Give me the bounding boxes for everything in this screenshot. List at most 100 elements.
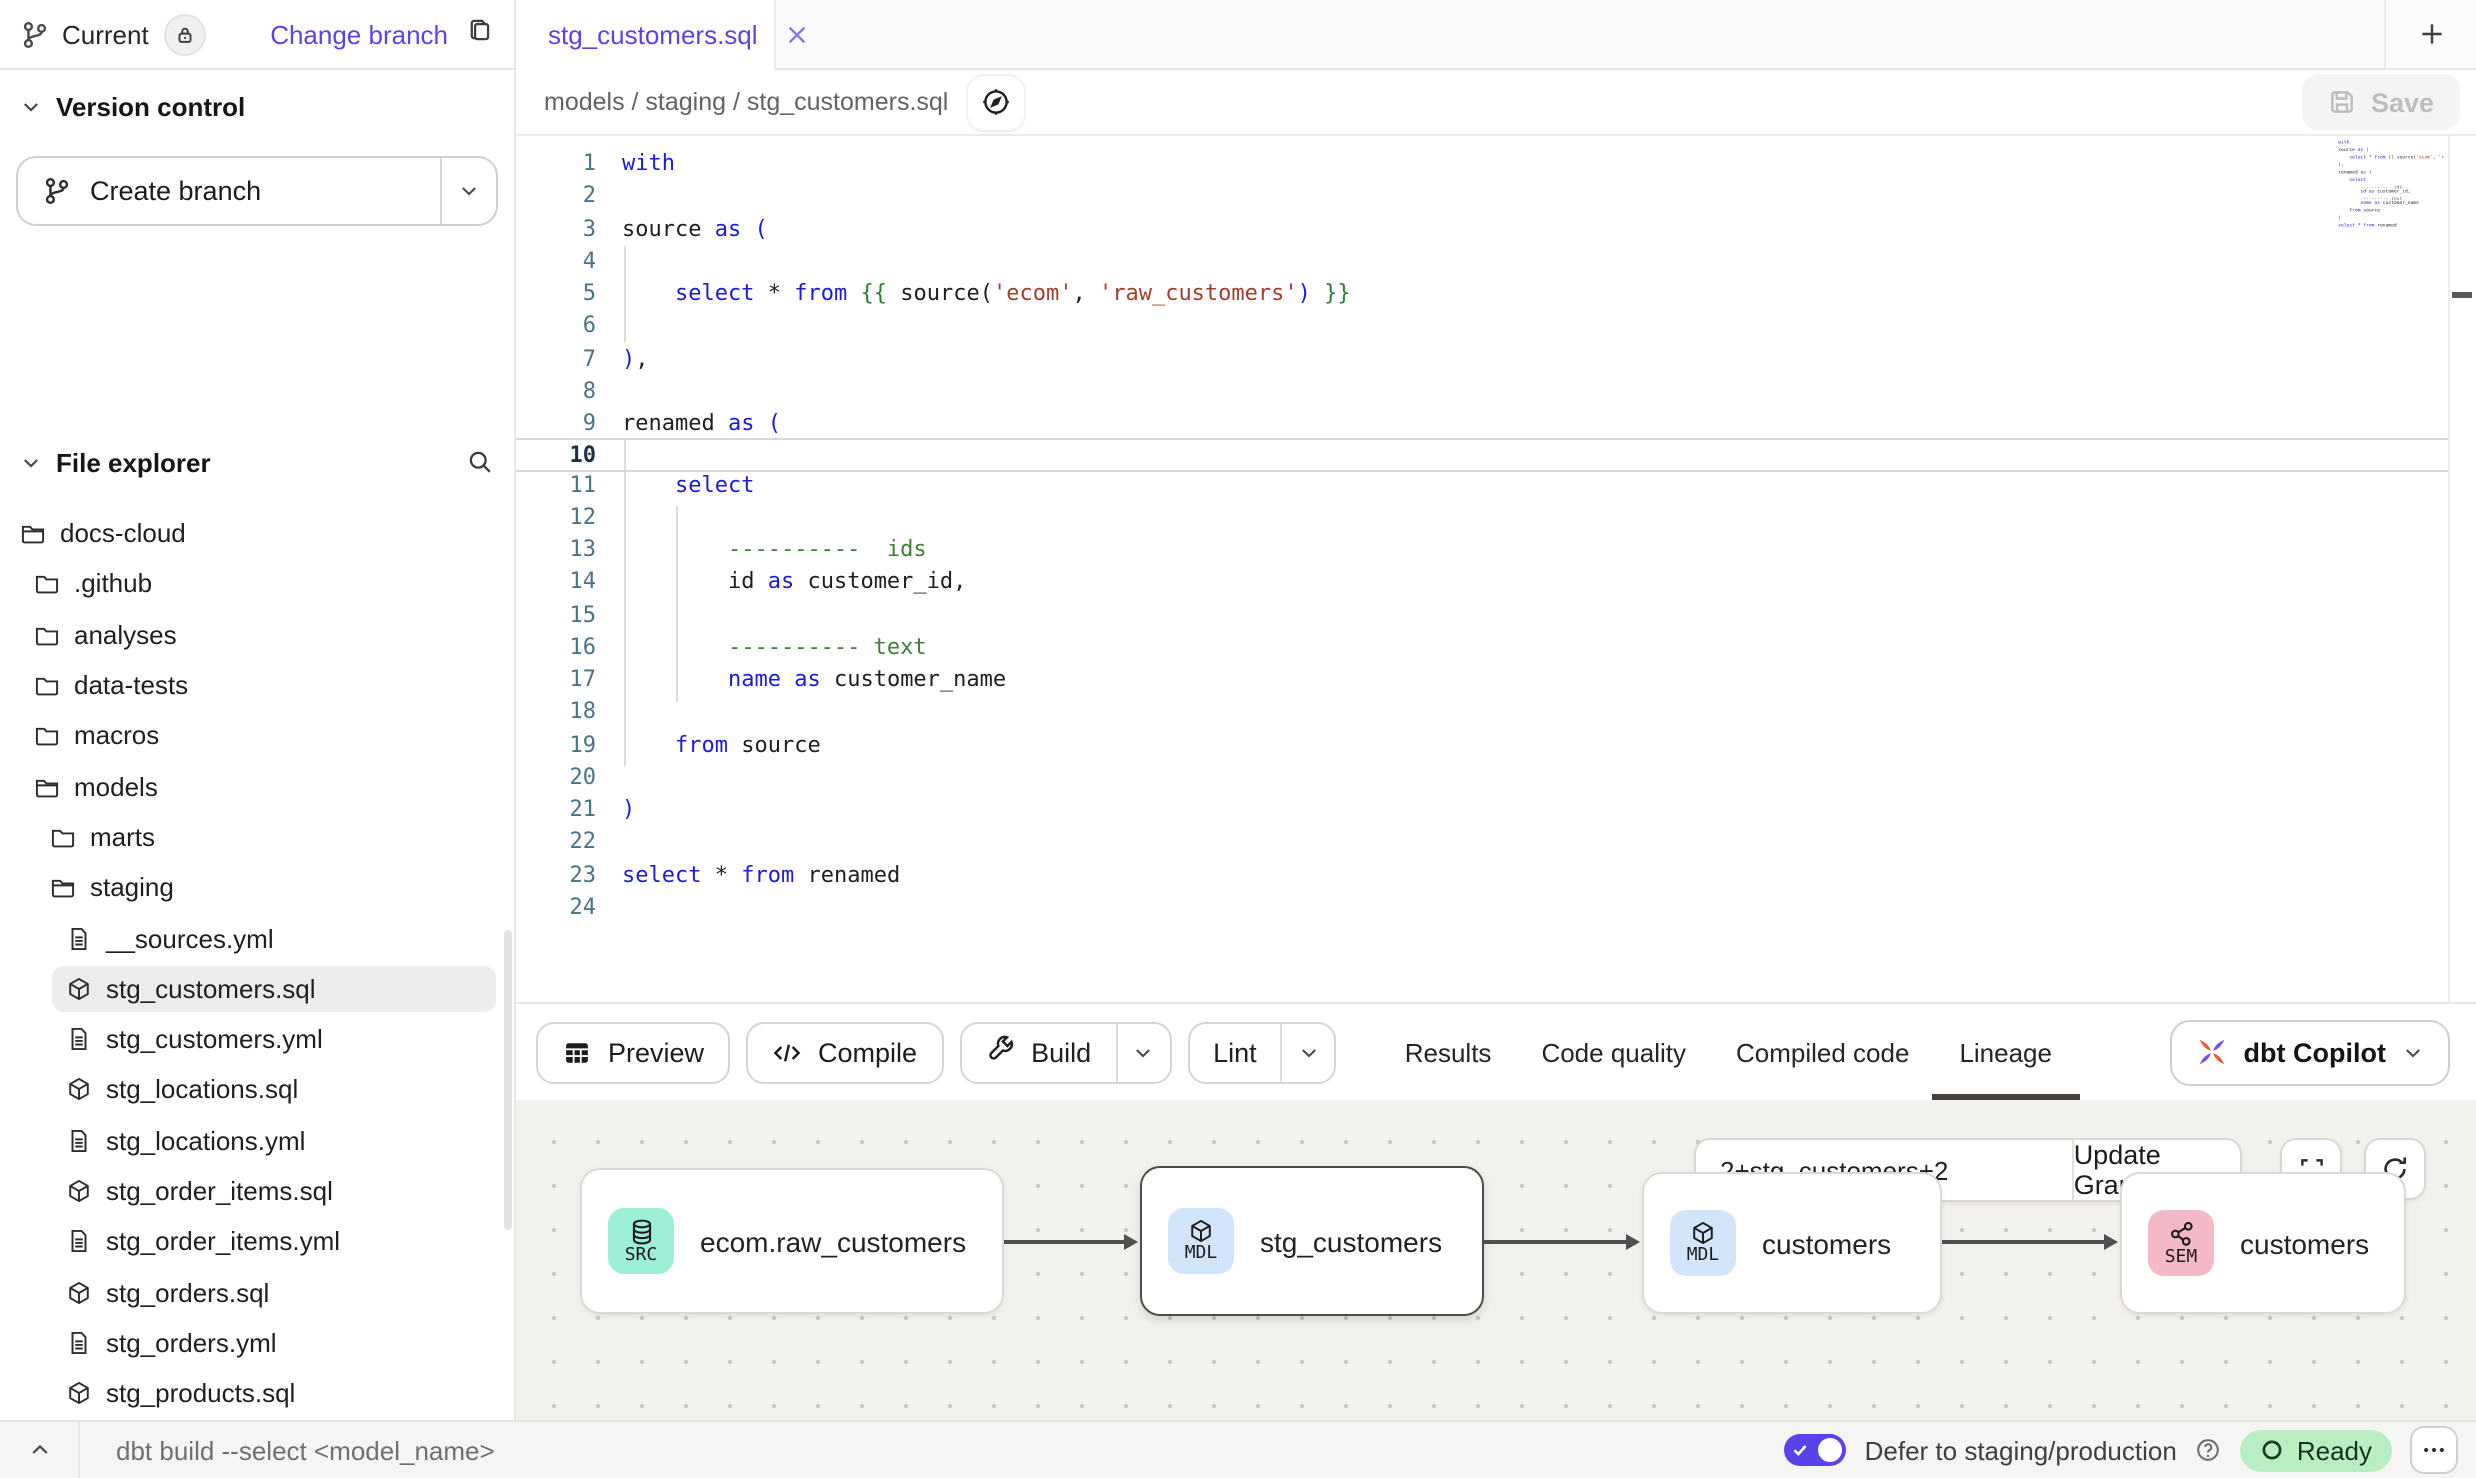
code-line-9[interactable]: 9renamed as ( <box>516 408 2448 441</box>
tab-stg-customers-sql[interactable]: stg_customers.sql <box>516 0 776 70</box>
code-line-4[interactable]: 4 <box>516 246 2448 279</box>
code-line-17[interactable]: 17 name as customer_name <box>516 664 2448 697</box>
new-tab-button[interactable] <box>2384 0 2476 68</box>
panel-tab-compiled-code[interactable]: Compiled code <box>1736 1004 1909 1100</box>
panel-tab-code-quality[interactable]: Code quality <box>1541 1004 1686 1100</box>
code-line-21[interactable]: 21) <box>516 794 2448 827</box>
dbt-copilot-button[interactable]: dbt Copilot <box>2170 1019 2450 1085</box>
code-line-3[interactable]: 3source as ( <box>516 213 2448 246</box>
lineage-node-stg_customers[interactable]: MDLstg_customers <box>1140 1166 1484 1316</box>
git-branch-icon <box>42 176 72 206</box>
collapse-panel-button[interactable] <box>0 1422 80 1478</box>
tree-item-analyses[interactable]: analyses <box>0 609 514 660</box>
tree-item-stg_orders.yml[interactable]: stg_orders.yml <box>0 1318 514 1369</box>
lineage-node-customers[interactable]: SEMcustomers <box>2120 1172 2406 1314</box>
tree-item-stg_customers.sql[interactable]: stg_customers.sql <box>0 963 514 1014</box>
tree-item-label: stg_orders.yml <box>106 1328 277 1358</box>
copilot-compass-button[interactable] <box>968 75 1024 129</box>
code-lines[interactable]: 1with2 3source as (4 5 select * from {{ … <box>516 148 2448 924</box>
code-line-2[interactable]: 2 <box>516 181 2448 214</box>
panel-tab-lineage[interactable]: Lineage <box>1959 1004 2052 1100</box>
change-branch-link[interactable]: Change branch <box>270 19 448 49</box>
dbt-cloud-ide: Current Change branch stg_customers.sql <box>0 0 2476 1478</box>
code-line-6[interactable]: 6 <box>516 311 2448 344</box>
file-icon <box>66 1229 92 1255</box>
build-button[interactable]: Build <box>961 1023 1115 1081</box>
tree-item-docs-cloud[interactable]: docs-cloud <box>0 508 514 559</box>
lineage-graph[interactable]: Update Graph SRCecom.raw_customersMDLstg… <box>516 1100 2476 1420</box>
tree-item-label: stg_orders.sql <box>106 1277 269 1307</box>
tree-item-macros[interactable]: macros <box>0 710 514 761</box>
file-explorer-header[interactable]: File explorer <box>0 430 514 494</box>
create-branch-button[interactable]: Create branch <box>16 156 498 226</box>
tree-item-stg_order_items.sql[interactable]: stg_order_items.sql <box>0 1166 514 1217</box>
save-button[interactable]: Save <box>2303 74 2460 130</box>
lint-button[interactable]: Lint <box>1189 1023 1281 1081</box>
code-line-13[interactable]: 13 ---------- ids <box>516 534 2448 567</box>
tree-item-stg_products.sql[interactable]: stg_products.sql <box>0 1368 514 1419</box>
code-line-11[interactable]: 11 select <box>516 469 2448 502</box>
tree-item-label: stg_customers.sql <box>106 974 316 1004</box>
compile-button[interactable]: Compile <box>746 1021 943 1083</box>
lint-split-button: Lint <box>1187 1021 1337 1083</box>
code-editor[interactable]: 1with2 3source as (4 5 select * from {{ … <box>516 136 2476 1002</box>
tree-item-__sources.yml[interactable]: __sources.yml <box>0 913 514 964</box>
tree-item-stg_locations.sql[interactable]: stg_locations.sql <box>0 1065 514 1116</box>
defer-toggle[interactable] <box>1785 1434 1847 1466</box>
version-control-header[interactable]: Version control <box>0 70 514 142</box>
more-options-button[interactable] <box>2410 1426 2458 1474</box>
search-icon[interactable] <box>466 448 494 476</box>
code-line-15[interactable]: 15 <box>516 599 2448 632</box>
create-branch-menu-button[interactable] <box>440 158 496 224</box>
tree-item-stg_locations.yml[interactable]: stg_locations.yml <box>0 1115 514 1166</box>
status-ring-icon <box>2261 1438 2285 1462</box>
code-line-8[interactable]: 8 <box>516 376 2448 409</box>
tree-item-staging[interactable]: staging <box>0 862 514 913</box>
code-line-14[interactable]: 14 id as customer_id, <box>516 567 2448 600</box>
editor-scrollbar[interactable] <box>2448 136 2476 1002</box>
tree-item-data-tests[interactable]: data-tests <box>0 660 514 711</box>
tree-item-models[interactable]: models <box>0 761 514 812</box>
tree-item-label: analyses <box>74 619 177 649</box>
code-icon <box>772 1037 802 1067</box>
help-icon[interactable] <box>2195 1436 2223 1464</box>
lint-menu-button[interactable] <box>1281 1023 1335 1081</box>
model-cube-icon <box>66 1178 92 1204</box>
code-line-1[interactable]: 1with <box>516 148 2448 181</box>
code-line-5[interactable]: 5 select * from {{ source('ecom', 'raw_c… <box>516 278 2448 311</box>
code-line-16[interactable]: 16 ---------- text <box>516 632 2448 665</box>
lineage-node-ecom.raw_customers[interactable]: SRCecom.raw_customers <box>580 1168 1004 1314</box>
code-line-20[interactable]: 20 <box>516 762 2448 795</box>
lineage-node-customers[interactable]: MDLcustomers <box>1642 1172 1942 1314</box>
minimap[interactable]: with source as ( select * from {{ source… <box>2316 140 2444 232</box>
command-input[interactable] <box>112 1433 912 1467</box>
scroll-marker <box>2452 292 2472 298</box>
folder-icon <box>34 621 60 647</box>
tree-item-stg_order_items.yml[interactable]: stg_order_items.yml <box>0 1216 514 1267</box>
code-line-22[interactable]: 22 <box>516 827 2448 860</box>
plus-icon <box>2417 20 2445 48</box>
tree-item-stg_customers.yml[interactable]: stg_customers.yml <box>0 1014 514 1065</box>
code-line-18[interactable]: 18 <box>516 697 2448 730</box>
preview-button[interactable]: Preview <box>536 1021 730 1083</box>
code-line-10[interactable]: 10 <box>516 439 2448 472</box>
code-line-12[interactable]: 12 <box>516 502 2448 535</box>
code-line-19[interactable]: 19 from source <box>516 729 2448 762</box>
breadcrumb-row: models / staging / stg_customers.sql Sav… <box>516 70 2476 136</box>
chevron-down-icon <box>1132 1041 1154 1063</box>
tree-item-marts[interactable]: marts <box>0 812 514 863</box>
code-line-23[interactable]: 23select * from renamed <box>516 859 2448 892</box>
code-line-24[interactable]: 24 <box>516 892 2448 925</box>
close-icon[interactable] <box>786 24 808 46</box>
tree-item-label: macros <box>74 721 159 751</box>
tree-item-stg_orders.sql[interactable]: stg_orders.sql <box>0 1267 514 1318</box>
tree-item-.github[interactable]: .github <box>0 559 514 610</box>
sidebar-scrollbar[interactable] <box>504 930 512 1230</box>
copy-icon[interactable] <box>466 15 494 53</box>
panel-tab-results[interactable]: Results <box>1405 1004 1492 1100</box>
code-line-7[interactable]: 7), <box>516 343 2448 376</box>
lineage-node-label: stg_customers <box>1260 1225 1442 1257</box>
chevron-down-icon <box>458 180 480 202</box>
folder-icon <box>34 571 60 597</box>
build-menu-button[interactable] <box>1115 1023 1169 1081</box>
